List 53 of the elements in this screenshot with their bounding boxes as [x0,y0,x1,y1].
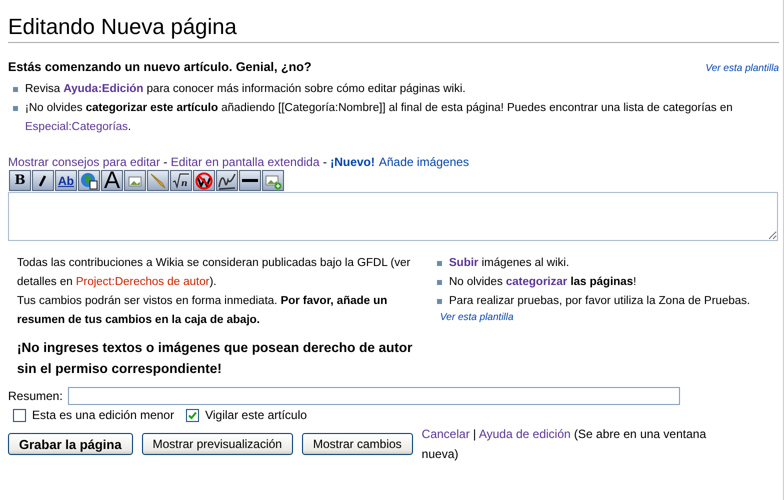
bullet-icon [437,299,442,304]
checkbox-label: Esta es una edición menor [32,408,174,422]
copyright-warning: ¡No ingreses textos o imágenes que posean derecho de autor sin el permiso correspondiente! [17,339,414,378]
summary-field[interactable] [68,387,680,405]
bullet-icon [13,106,18,111]
bullet-icon [13,87,18,92]
license-text: Todas las contribuciones a Wikia se consideran publicadas bajo la GFDL (ver detalles en Project:Derechos de autor). [17,256,412,290]
notice-text: Tus cambios podrán ser vistos en forma inmediata. Por favor, añade un resumen de tus cambios en la caja de abajo. [17,294,388,328]
bullet-icon [437,280,442,285]
italic-button[interactable] [32,170,54,191]
link[interactable]: categorizar [506,276,568,288]
image-button[interactable] [124,170,146,191]
horizontal-rule-button[interactable] [239,170,261,191]
prohibited-icon [195,172,213,190]
bullet-text: No olvides categorizar las páginas! [449,275,636,290]
action-button[interactable]: Mostrar cambios [302,433,413,455]
edit-links: Mostrar consejos para editar - Editar en pantalla extendida - ¡Nuevo! Añade imágenes [8,155,470,169]
checkbox[interactable] [13,408,26,422]
footer-text: Cancelar | Ayuda de edición (Se abre en una ventana nueva) [422,426,708,463]
bullet-text: Para realizar pruebas, por favor utiliza la Zona de Pruebas. [449,294,750,309]
summary-label: Resumen: [8,389,63,403]
intro-heading: Estás comenzando un nuevo artículo. Genial, ¿no? [8,60,312,74]
link[interactable]: Ayuda de edición [478,427,571,441]
bullet-text: ¡No olvides categorizar este artículo añadiendo [[Categoría:Nombre]] al final de esta página! Puedes encontrar una lista de categorías en Especial:Categorías. [25,101,734,135]
link[interactable]: Editar en pantalla extendida [170,155,320,169]
link[interactable]: Ayuda:Edición [63,83,144,95]
checkbox-label: Vigilar este artículo [205,408,307,422]
link[interactable]: Cancelar [422,427,470,441]
bullet-icon [437,261,442,266]
horn-icon [149,172,167,190]
bold-button[interactable]: B [9,170,31,191]
link-button[interactable]: Ab [55,170,77,191]
checkbox[interactable] [186,408,200,422]
headline-button[interactable]: A [101,170,123,191]
signature-button[interactable] [216,170,238,191]
template-link[interactable]: Ver esta plantilla [705,63,779,74]
action-button[interactable]: Mostrar previsualización [142,433,293,455]
link[interactable]: Añade imágenes [378,155,469,169]
save-button[interactable]: Grabar la página [8,433,133,455]
link[interactable]: Especial:Categorías [25,121,128,133]
globe-icon [80,172,98,190]
globe-button[interactable] [78,170,100,191]
signature-icon [218,172,236,190]
gallery-button[interactable] [262,170,284,191]
horn-button[interactable] [147,170,169,191]
bullet-text: Subir imágenes al wiki. [449,256,570,271]
template-link[interactable]: Ver esta plantilla [440,312,779,323]
link[interactable]: Subir [449,257,478,269]
link[interactable]: Mostrar consejos para editar [8,155,160,169]
no-wiki-button[interactable] [193,170,215,191]
link[interactable]: Project:Derechos de autor [76,276,210,288]
page-title: Editando Nueva página [8,6,779,43]
bullet-text: Revisa Ayuda:Edición para conocer más información sobre cómo editar páginas wiki. [25,82,466,97]
